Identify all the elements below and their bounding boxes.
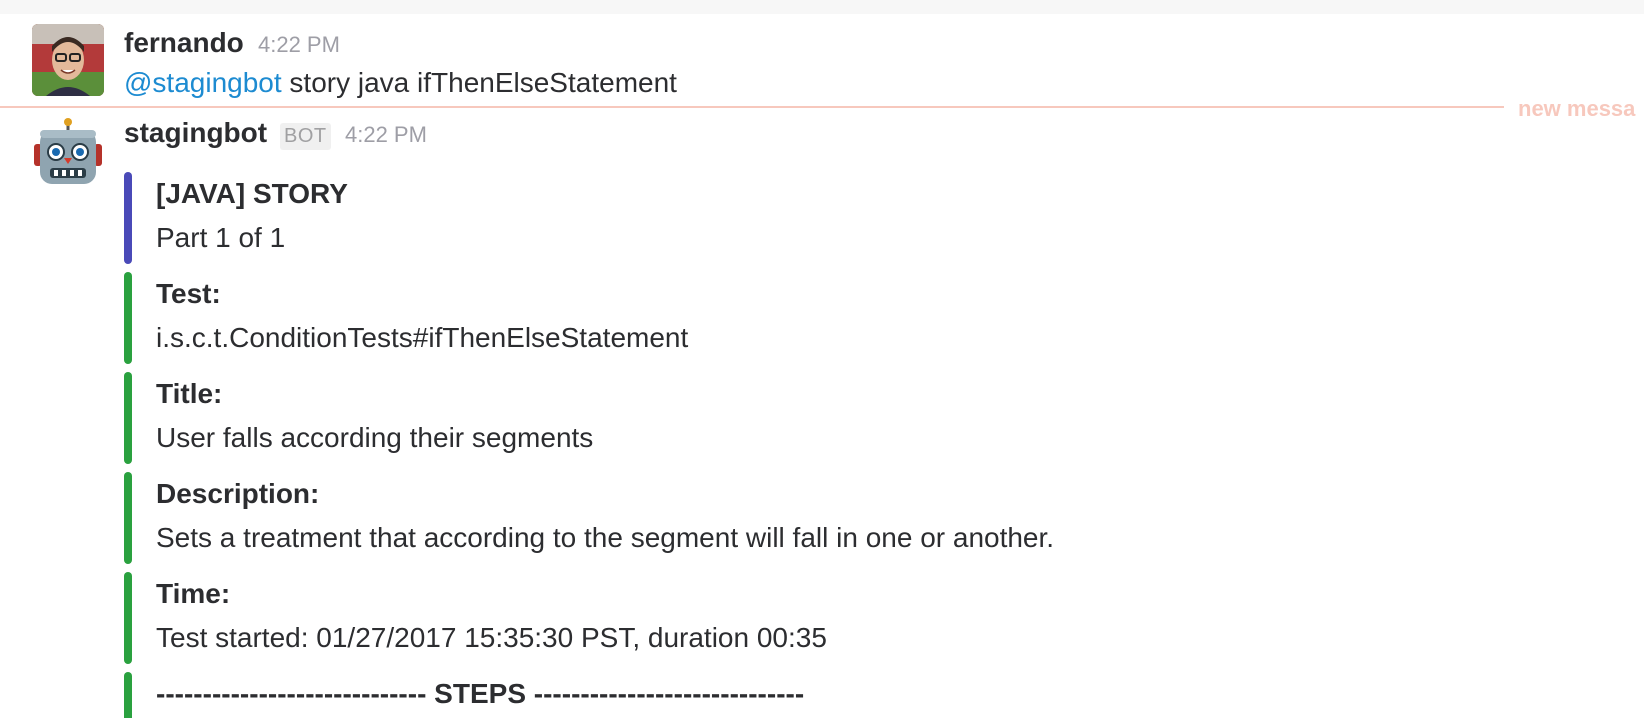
robot-icon — [34, 118, 102, 184]
attachment-color-bar — [124, 572, 132, 664]
attachment-time: Time: Test started: 01/27/2017 15:35:30 … — [124, 572, 1324, 664]
attachment-value: Test started: 01/27/2017 15:35:30 PST, d… — [156, 622, 827, 653]
attachment-color-bar — [124, 472, 132, 564]
attachment-header: [JAVA] STORY Part 1 of 1 — [124, 172, 1324, 264]
attachment-title: Description: — [156, 478, 320, 509]
message-timestamp[interactable]: 4:22 PM — [345, 122, 427, 148]
attachment-color-bar — [124, 372, 132, 464]
attachment-value: Part 1 of 1 — [156, 222, 286, 253]
attachment-title: Time: — [156, 578, 231, 609]
avatar-stagingbot[interactable] — [32, 118, 104, 190]
author-name[interactable]: stagingbot — [124, 117, 267, 149]
attachment-title: Test: — [156, 278, 221, 309]
attachment-value: User falls according their segments — [156, 422, 594, 453]
attachment-title-field: Title: User falls according their segmen… — [124, 372, 1324, 464]
attachment-title: Title: — [156, 378, 223, 409]
attachment-color-bar — [124, 672, 132, 718]
attachment-title: ----------------------------- STEPS ----… — [156, 678, 805, 709]
attachment-description: Description: Sets a treatment that accor… — [124, 472, 1324, 564]
attachment-test: Test: i.s.c.t.ConditionTests#ifThenElseS… — [124, 272, 1324, 364]
attachment-title: [JAVA] STORY — [156, 178, 348, 209]
attachment-value: i.s.c.t.ConditionTests#ifThenElseStateme… — [156, 322, 689, 353]
attachment-color-bar — [124, 272, 132, 364]
message-stagingbot: stagingbot BOT 4:22 PM [JAVA] STORY Part… — [0, 0, 1644, 718]
attachment-value: Sets a treatment that according to the s… — [156, 522, 1055, 553]
attachment-steps: ----------------------------- STEPS ----… — [124, 672, 1324, 718]
attachment-color-bar — [124, 172, 132, 264]
bot-badge: BOT — [280, 123, 331, 150]
